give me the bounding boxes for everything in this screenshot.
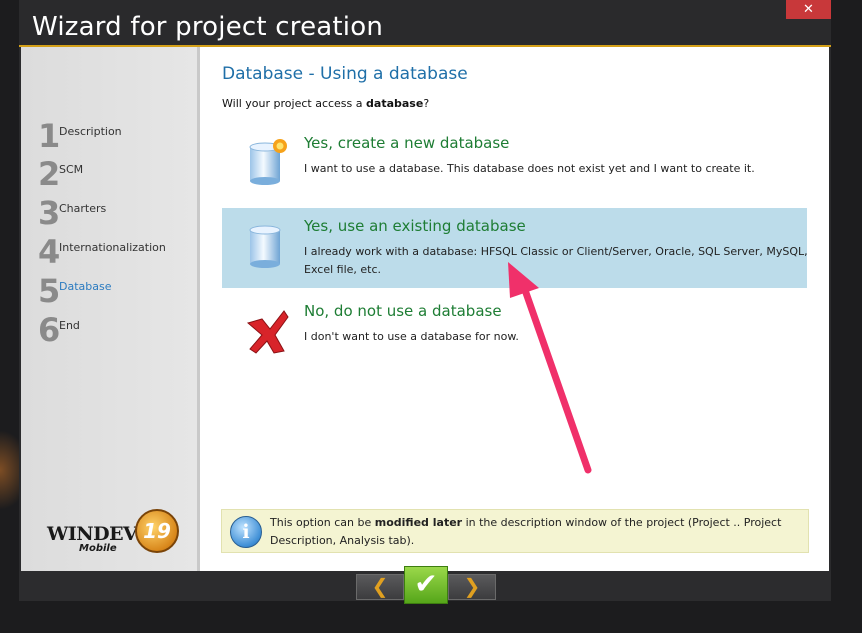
- wizard-content: Database - Using a database Will your pr…: [200, 47, 829, 571]
- previous-button[interactable]: ❮: [356, 574, 404, 600]
- steps-sidebar: 1 Description 2 SCM 3 Charters 4 Interna…: [21, 47, 200, 571]
- option-title: Yes, use an existing database: [304, 217, 526, 235]
- close-button[interactable]: ✕: [786, 0, 831, 19]
- info-icon: i: [230, 516, 262, 548]
- info-text-pre: This option can be: [270, 516, 375, 529]
- database-new-icon: [249, 139, 287, 185]
- question-suffix: ?: [423, 97, 430, 110]
- step-label: Description: [59, 125, 122, 138]
- option-no-database[interactable]: No, do not use a database I don't want t…: [222, 293, 807, 373]
- info-text: This option can be modified later in the…: [270, 514, 805, 550]
- step-label: End: [59, 319, 80, 332]
- option-create-database[interactable]: Yes, create a new database I want to use…: [222, 125, 807, 205]
- step-number: 2: [38, 155, 61, 193]
- finish-button[interactable]: ✔: [404, 566, 448, 604]
- page-title: Database - Using a database: [222, 64, 468, 84]
- step-label: Charters: [59, 202, 107, 215]
- step-number: 3: [38, 194, 61, 232]
- info-box: i This option can be modified later in t…: [221, 509, 809, 553]
- windev-mobile-logo: WINDEV Mobile 19: [47, 507, 179, 557]
- step-number: 6: [38, 311, 61, 349]
- option-title: No, do not use a database: [304, 302, 502, 320]
- logo-badge: 19: [135, 509, 179, 553]
- question-prefix: Will your project access a: [222, 97, 367, 110]
- question-bold: database: [366, 97, 424, 110]
- wizard-footer: ❮ ✔ ❯: [19, 566, 831, 604]
- title-bar: Wizard for project creation ✕: [19, 0, 831, 47]
- next-button[interactable]: ❯: [448, 574, 496, 600]
- wizard-body: 1 Description 2 SCM 3 Charters 4 Interna…: [21, 47, 829, 571]
- wizard-window: Wizard for project creation ✕ 1 Descript…: [19, 0, 831, 604]
- step-number: 1: [38, 117, 61, 155]
- option-description: I already work with a database: HFSQL Cl…: [304, 245, 808, 276]
- step-label: Internationalization: [59, 241, 166, 254]
- option-existing-database[interactable]: Yes, use an existing database I already …: [222, 208, 808, 288]
- logo-text: WINDEV: [47, 523, 138, 545]
- window-title: Wizard for project creation: [32, 12, 384, 42]
- option-description: I want to use a database. This database …: [304, 162, 755, 175]
- step-label: SCM: [59, 163, 84, 176]
- logo-subtext: Mobile: [79, 543, 117, 554]
- database-icon: [249, 225, 281, 268]
- info-text-bold: modified later: [374, 516, 463, 529]
- red-cross-icon: [246, 310, 289, 354]
- question-text: Will your project access a database?: [222, 97, 429, 110]
- step-label: Database: [59, 280, 112, 293]
- option-title: Yes, create a new database: [304, 134, 510, 152]
- step-number: 5: [38, 272, 61, 310]
- step-number: 4: [38, 233, 61, 271]
- option-description: I don't want to use a database for now.: [304, 330, 519, 343]
